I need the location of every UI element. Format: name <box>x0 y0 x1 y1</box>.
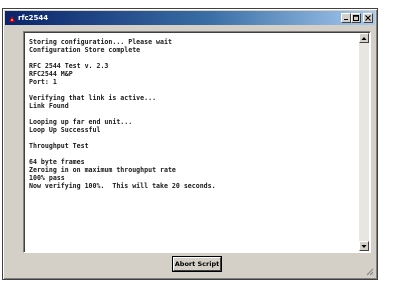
window-controls <box>341 13 373 23</box>
app-icon <box>8 14 16 22</box>
console-line: Throughput Test <box>29 142 89 150</box>
scroll-down-button[interactable] <box>359 241 369 251</box>
console-line: 64 byte frames <box>29 158 85 166</box>
window-title: rfc2544 <box>18 14 49 22</box>
resize-grip-icon[interactable] <box>366 268 374 276</box>
console-line: Now verifying 100%. This will take 20 se… <box>29 182 216 190</box>
title-bar[interactable]: rfc2544 <box>5 11 375 25</box>
console-line: Looping up far end unit... <box>29 118 133 126</box>
arrow-up-icon <box>361 37 367 40</box>
console-line: Zeroing in on maximum throughput rate <box>29 166 176 174</box>
scroll-up-button[interactable] <box>359 33 369 43</box>
application-window: rfc2544 Storing configuration... Please <box>2 8 378 280</box>
arrow-down-icon <box>361 245 367 248</box>
console-lines: Storing configuration... Please wait Conf… <box>29 38 216 190</box>
console-output[interactable]: Storing configuration... Please wait Conf… <box>23 31 371 253</box>
console-line: RFC 2544 Test v. 2.3 <box>29 62 109 70</box>
close-button[interactable] <box>363 13 373 23</box>
vertical-scrollbar[interactable] <box>359 33 369 251</box>
maximize-button[interactable] <box>351 13 361 23</box>
console-line: Loop Up Successful <box>29 126 101 134</box>
console-line: Storing configuration... Please wait <box>29 38 172 46</box>
console-line: Verifying that link is active... <box>29 94 157 102</box>
console-line: Configuration Store complete <box>29 46 141 54</box>
minimize-icon <box>344 19 348 20</box>
console-line: Port: 1 <box>29 78 57 86</box>
console-line: RFC2544 M&P <box>29 70 73 78</box>
console-line: Link Found <box>29 102 69 110</box>
minimize-button[interactable] <box>341 13 351 23</box>
abort-script-button[interactable]: Abort Script <box>173 257 221 271</box>
console-line: 100% pass <box>29 174 65 182</box>
maximize-icon <box>353 15 359 21</box>
close-icon <box>365 15 371 21</box>
